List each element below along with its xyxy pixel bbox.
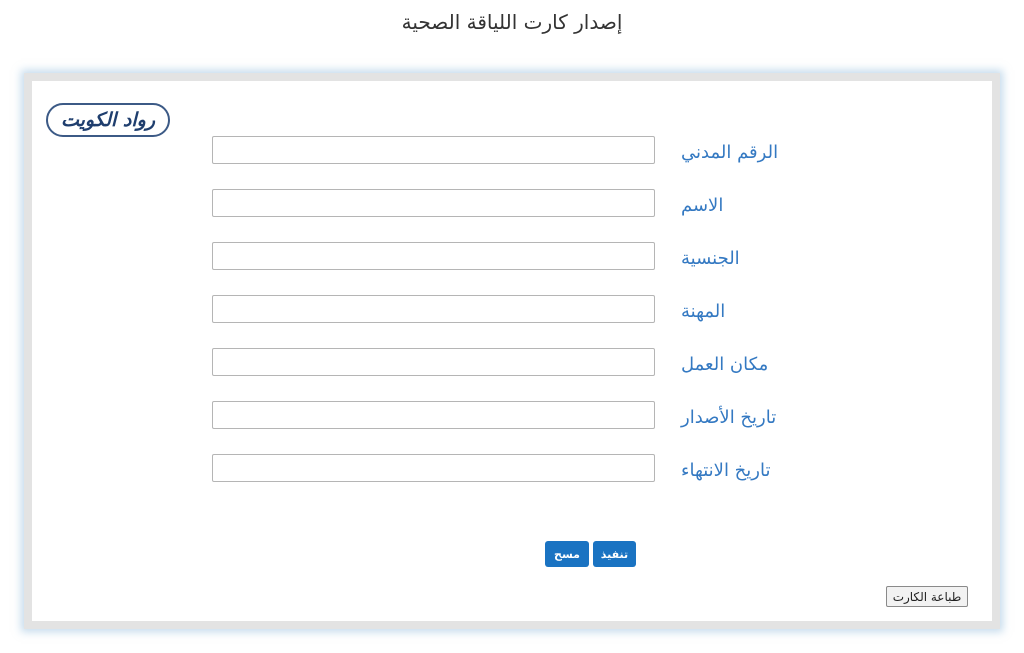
civil-id-input[interactable] [212,136,655,164]
nationality-input[interactable] [212,242,655,270]
form-row-name: الاسم [212,189,812,219]
clear-button[interactable]: مسح [545,541,589,567]
form-row-nationality: الجنسية [212,242,812,272]
form-frame: رواد الكويت الرقم المدني الاسم الجنسية ا… [24,73,1000,629]
page-title: إصدار كارت اللياقة الصحية [401,10,623,34]
workplace-input[interactable] [212,348,655,376]
form-row-profession: المهنة [212,295,812,325]
print-card-button[interactable]: طباعة الكارت [886,586,968,607]
form-row-issue-date: تاريخ الأصدار [212,401,812,431]
form-panel: رواد الكويت الرقم المدني الاسم الجنسية ا… [32,81,992,621]
form-row-expiry-date: تاريخ الانتهاء [212,454,812,484]
expiry-date-label: تاريخ الانتهاء [681,460,771,481]
name-input[interactable] [212,189,655,217]
expiry-date-input[interactable] [212,454,655,482]
brand-logo: رواد الكويت [46,103,170,137]
name-label: الاسم [681,195,724,216]
profession-label: المهنة [681,301,726,322]
issue-date-label: تاريخ الأصدار [681,407,777,428]
form-row-workplace: مكان العمل [212,348,812,378]
issue-date-input[interactable] [212,401,655,429]
profession-input[interactable] [212,295,655,323]
brand-logo-text: رواد الكويت [60,109,156,131]
nationality-label: الجنسية [681,248,740,269]
form-row-civil-id: الرقم المدني [212,136,812,166]
execute-button[interactable]: تنفيذ [593,541,636,567]
civil-id-label: الرقم المدني [681,142,779,163]
workplace-label: مكان العمل [681,354,769,375]
